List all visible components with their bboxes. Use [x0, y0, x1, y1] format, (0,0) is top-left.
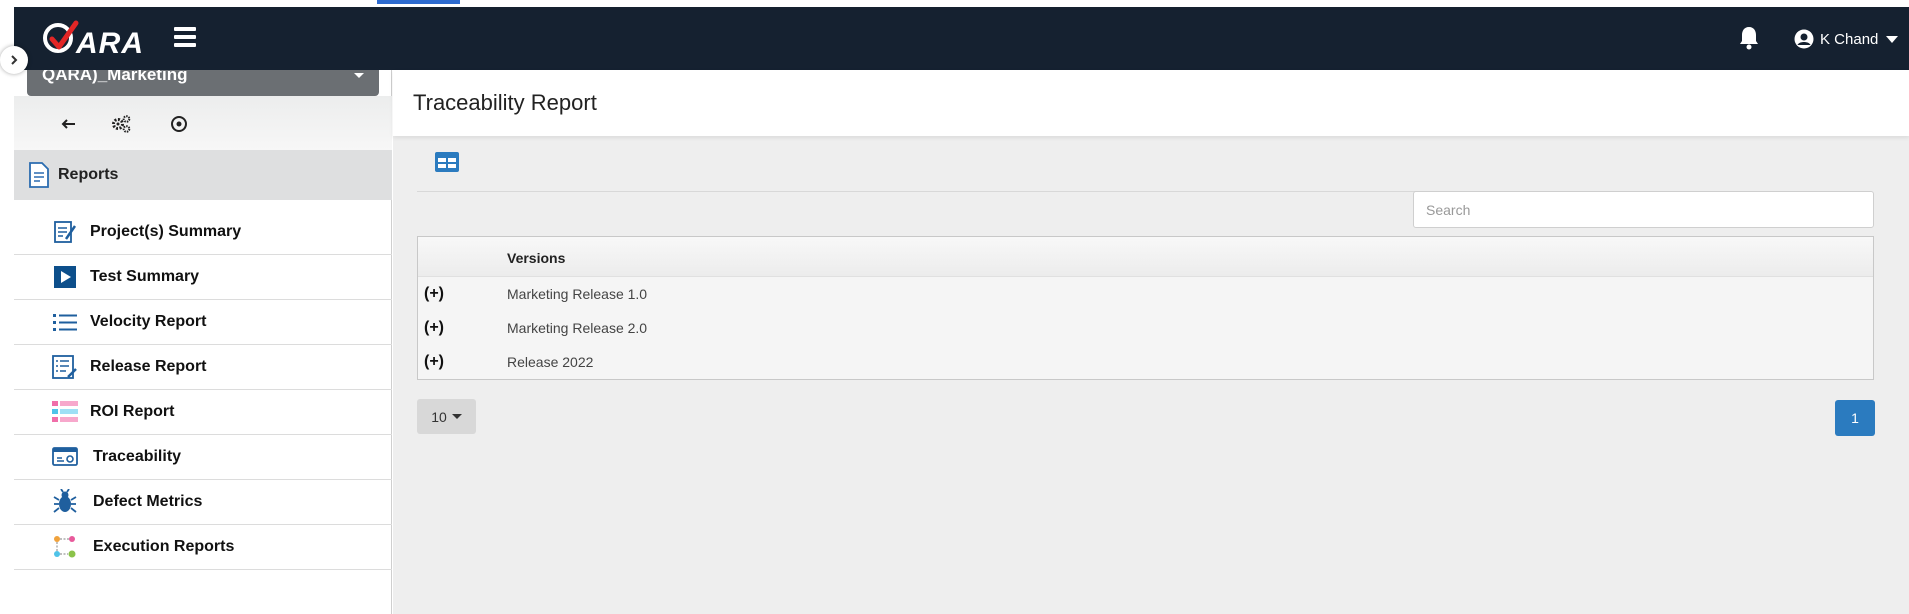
- expand-row-button[interactable]: (+): [424, 285, 444, 303]
- sidebar-item-label: ROI Report: [90, 403, 175, 420]
- main-content: Versions (+) Marketing Release 1.0 (+) M…: [393, 136, 1909, 614]
- qara-logo[interactable]: ARA: [40, 19, 160, 61]
- sidebar-item-release-report[interactable]: Release Report: [14, 345, 392, 390]
- logo-text: ARA: [76, 27, 144, 60]
- sidebar-item-label: Release Report: [90, 358, 207, 375]
- sidebar-item-roi-report[interactable]: ROI Report: [14, 390, 392, 435]
- table-view-icon[interactable]: [435, 152, 459, 172]
- sidebar-item-label: Defect Metrics: [93, 493, 203, 510]
- chevron-down-icon: [354, 73, 364, 78]
- table-row: (+) Marketing Release 1.0: [418, 277, 1873, 311]
- page-title: Traceability Report: [413, 90, 597, 115]
- top-navbar: ARA K Chand: [14, 7, 1909, 70]
- sidebar-toggle-button[interactable]: [0, 46, 28, 74]
- sidebar-item-label: Execution Reports: [93, 538, 235, 555]
- page-size-dropdown[interactable]: 10: [417, 399, 476, 434]
- hamburger-menu-icon[interactable]: [174, 27, 196, 47]
- version-name: Marketing Release 2.0: [507, 320, 648, 336]
- execution-icon: [52, 534, 78, 560]
- sidebar-item-label: Project(s) Summary: [90, 223, 242, 240]
- bug-icon: [52, 489, 78, 515]
- chevron-right-icon: [11, 55, 18, 65]
- version-name: Release 2022: [507, 354, 594, 370]
- project-selector[interactable]: QARA)_Marketing: [27, 70, 379, 96]
- sidebar-toolbar: [14, 96, 392, 150]
- sidebar-item-execution-reports[interactable]: Execution Reports: [14, 525, 392, 570]
- logo-q-mark: [43, 20, 79, 53]
- expand-row-button[interactable]: (+): [424, 319, 444, 337]
- project-name: QARA)_Marketing: [42, 70, 188, 84]
- sidebar-item-velocity-report[interactable]: Velocity Report: [14, 300, 392, 345]
- user-name: K Chand: [1820, 30, 1879, 48]
- browser-top-strip: [0, 0, 1909, 7]
- table-header: Versions: [418, 237, 1873, 277]
- sidebar-item-test-summary[interactable]: Test Summary: [14, 255, 392, 300]
- user-menu[interactable]: K Chand: [1794, 27, 1899, 51]
- list-icon: [52, 309, 78, 335]
- target-icon[interactable]: [168, 113, 190, 135]
- roi-grid-icon: [52, 399, 78, 425]
- sidebar-item-label: Test Summary: [90, 268, 200, 285]
- release-report-icon: [52, 354, 78, 380]
- search-input[interactable]: [1413, 191, 1874, 228]
- sidebar-item-projects-summary[interactable]: Project(s) Summary: [14, 210, 392, 255]
- version-name: Marketing Release 1.0: [507, 286, 648, 302]
- traceability-icon: [52, 444, 78, 470]
- reports-section-header[interactable]: Reports: [14, 150, 392, 200]
- settings-gears-icon[interactable]: [110, 113, 132, 135]
- reports-menu: Project(s) Summary Test Summary Velocity…: [14, 210, 392, 570]
- notification-bell-icon[interactable]: [1737, 25, 1761, 51]
- sidebar-item-traceability[interactable]: Traceability: [14, 435, 392, 480]
- back-arrow-icon[interactable]: [58, 113, 80, 135]
- project-summary-icon: [52, 219, 78, 245]
- sidebar-item-label: Velocity Report: [90, 313, 207, 330]
- pagination-page-button[interactable]: 1: [1835, 400, 1875, 436]
- active-tab-indicator: [377, 0, 460, 4]
- play-icon: [52, 264, 78, 290]
- table-row: (+) Marketing Release 2.0: [418, 311, 1873, 345]
- versions-table: Versions (+) Marketing Release 1.0 (+) M…: [417, 236, 1874, 380]
- reports-document-icon: [29, 162, 49, 188]
- sidebar-item-label: Traceability: [93, 448, 182, 465]
- page-header: Traceability Report: [393, 70, 1909, 136]
- sidebar: QARA)_Marketing Reports Project(s) Summa…: [14, 70, 392, 614]
- page-size-value: 10: [431, 408, 447, 425]
- column-header-versions: Versions: [507, 250, 566, 266]
- expand-row-button[interactable]: (+): [424, 353, 444, 371]
- chevron-down-icon: [1886, 35, 1899, 43]
- caret-down-icon: [451, 414, 462, 419]
- table-row: (+) Release 2022: [418, 345, 1873, 379]
- reports-section-title: Reports: [58, 166, 119, 183]
- user-avatar-icon: [1794, 29, 1814, 49]
- sidebar-item-defect-metrics[interactable]: Defect Metrics: [14, 480, 392, 525]
